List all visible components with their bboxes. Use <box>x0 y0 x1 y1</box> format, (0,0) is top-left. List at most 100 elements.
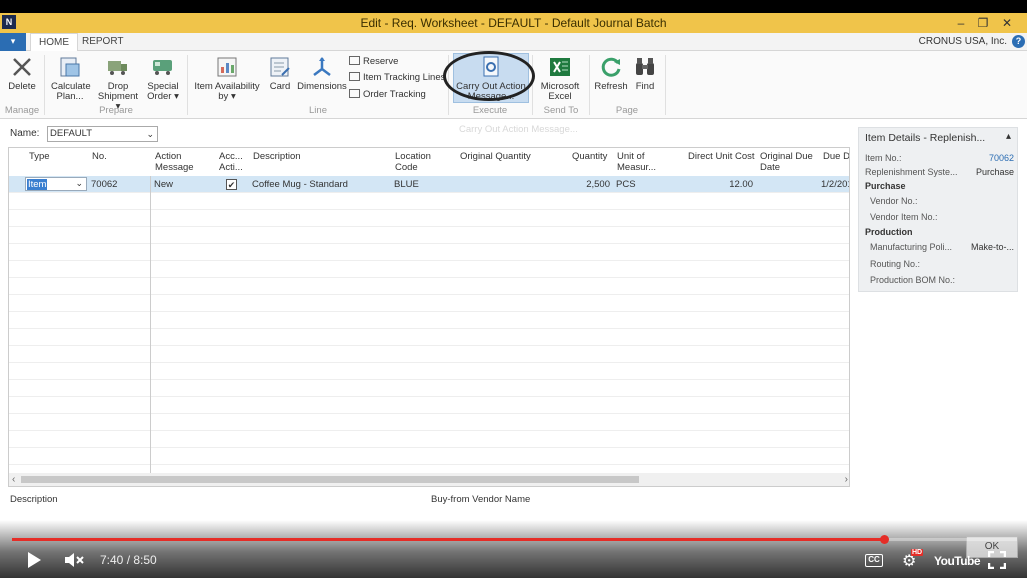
table-row[interactable] <box>9 329 849 346</box>
fullscreen-icon[interactable] <box>988 551 1006 569</box>
dimensions-label: Dimensions <box>297 81 347 92</box>
col-direct-unit-cost[interactable]: Direct Unit Cost <box>688 151 755 162</box>
scrollbar-thumb[interactable] <box>21 476 639 483</box>
microsoft-excel-button[interactable]: Microsoft Excel <box>538 55 582 102</box>
vendor-item-no-row: Vendor Item No.: <box>859 212 1019 227</box>
col-due-date[interactable]: Due Da <box>823 151 849 162</box>
reserve-button[interactable]: Reserve <box>349 55 398 69</box>
special-order-button[interactable]: Special Order ▾ <box>145 55 181 102</box>
refresh-label: Refresh <box>594 81 628 92</box>
binoculars-icon <box>636 58 654 75</box>
table-row[interactable]: Item ⌄ 70062 New ✔ Coffee Mug - Standard… <box>9 176 849 193</box>
table-row[interactable] <box>9 346 849 363</box>
close-icon[interactable]: ✕ <box>996 14 1018 32</box>
screen: N Edit - Req. Worksheet - DEFAULT - Defa… <box>0 0 1027 578</box>
due-date-cell[interactable]: 1/2/201 <box>821 179 849 190</box>
tab-report[interactable]: REPORT <box>74 33 132 52</box>
mute-icon[interactable] <box>64 551 86 569</box>
scroll-right-icon[interactable]: › <box>845 473 848 486</box>
vendor-no-label: Vendor No.: <box>870 196 918 206</box>
col-no[interactable]: No. <box>92 151 107 162</box>
scroll-left-icon[interactable]: ‹ <box>12 473 15 486</box>
item-availability-button[interactable]: Item Availability by ▾ <box>194 55 260 102</box>
cost-cell[interactable]: 12.00 <box>709 179 753 190</box>
title-bar: N Edit - Req. Worksheet - DEFAULT - Defa… <box>0 0 1027 33</box>
van-icon <box>153 60 172 75</box>
group-line: Line <box>309 105 327 116</box>
collapse-icon[interactable]: ▴ <box>1006 131 1011 142</box>
vendor-item-no-label: Vendor Item No.: <box>870 212 938 222</box>
captions-icon[interactable]: CC <box>865 554 883 567</box>
col-original-due-date[interactable]: Original Due Date <box>760 151 816 173</box>
description-field-label: Description <box>10 494 58 505</box>
restore-icon[interactable]: ❐ <box>972 14 994 32</box>
truck-icon <box>108 61 127 75</box>
horizontal-scrollbar[interactable]: ‹ › <box>9 473 849 486</box>
col-accept[interactable]: Acc... Acti... <box>219 151 247 173</box>
prod-bom-row: Production BOM No.: <box>859 275 1019 290</box>
col-unit-of-measure[interactable]: Unit of Measur... <box>617 151 667 173</box>
find-button[interactable]: Find <box>632 55 658 92</box>
table-row[interactable] <box>9 210 849 227</box>
table-row[interactable] <box>9 193 849 210</box>
description-cell[interactable]: Coffee Mug - Standard <box>252 179 348 190</box>
help-icon[interactable]: ? <box>1012 35 1025 48</box>
order-tracking-button[interactable]: Order Tracking <box>349 88 426 102</box>
file-menu-button[interactable]: ▾ <box>0 33 26 51</box>
table-row[interactable] <box>9 295 849 312</box>
table-row[interactable] <box>9 448 849 465</box>
action-cell[interactable]: New <box>154 179 173 190</box>
tab-home[interactable]: HOME <box>30 33 78 52</box>
youtube-logo[interactable]: YouTube <box>934 554 981 568</box>
company-name[interactable]: CRONUS USA, Inc. <box>919 36 1007 47</box>
video-time: 7:40 / 8:50 <box>100 553 157 567</box>
table-row[interactable] <box>9 227 849 244</box>
factbox-title[interactable]: Item Details - Replenish... <box>865 132 985 144</box>
find-label: Find <box>635 81 655 92</box>
table-row[interactable] <box>9 363 849 380</box>
video-progress-bar[interactable] <box>12 535 1017 544</box>
col-description[interactable]: Description <box>253 151 301 162</box>
quantity-cell[interactable]: 2,500 <box>586 179 610 190</box>
group-page: Page <box>615 105 639 116</box>
card-icon <box>270 57 290 77</box>
drop-shipment-button[interactable]: Drop Shipment ▾ <box>95 55 141 112</box>
table-row[interactable] <box>9 312 849 329</box>
delete-icon <box>13 58 31 76</box>
delete-button[interactable]: Delete <box>6 55 38 92</box>
name-select[interactable]: DEFAULT ⌄ <box>47 126 158 142</box>
uom-cell[interactable]: PCS <box>616 179 636 190</box>
availability-icon <box>217 57 237 77</box>
purchase-heading-row: Purchase <box>859 181 1019 196</box>
table-row[interactable] <box>9 397 849 414</box>
video-scrubber-handle[interactable] <box>880 535 890 544</box>
minimize-icon[interactable]: – <box>950 14 972 32</box>
col-original-quantity[interactable]: Original Quantity <box>460 151 531 162</box>
item-no-label: Item No.: <box>865 153 902 163</box>
refresh-button[interactable]: Refresh <box>594 55 628 92</box>
order-tracking-icon <box>349 89 360 98</box>
table-row[interactable] <box>9 380 849 397</box>
table-row[interactable] <box>9 431 849 448</box>
col-type[interactable]: Type <box>29 151 50 162</box>
type-cell[interactable]: Item ⌄ <box>25 177 87 191</box>
calculate-plan-button[interactable]: Calculate Plan... <box>50 55 91 102</box>
play-icon[interactable] <box>26 551 42 569</box>
table-row[interactable] <box>9 414 849 431</box>
no-cell[interactable]: 70062 <box>91 179 117 190</box>
table-row[interactable] <box>9 244 849 261</box>
card-button[interactable]: Card <box>266 55 294 92</box>
col-action-message[interactable]: Action Message <box>155 151 205 173</box>
col-quantity[interactable]: Quantity <box>572 151 607 162</box>
item-tracking-lines-button[interactable]: Item Tracking Lines <box>349 71 445 85</box>
table-row[interactable] <box>9 261 849 278</box>
location-cell[interactable]: BLUE <box>394 179 419 190</box>
col-location[interactable]: Location Code <box>395 151 445 173</box>
table-row[interactable] <box>9 278 849 295</box>
item-no-link[interactable]: 70062 <box>989 153 1014 163</box>
dimensions-button[interactable]: Dimensions <box>297 55 347 92</box>
divider <box>589 55 590 115</box>
worksheet-grid: Type No. Action Message Acc... Acti... D… <box>8 147 850 487</box>
accept-checkbox[interactable]: ✔ <box>226 179 237 190</box>
ghost-tooltip: Carry Out Action Message... <box>459 124 578 135</box>
